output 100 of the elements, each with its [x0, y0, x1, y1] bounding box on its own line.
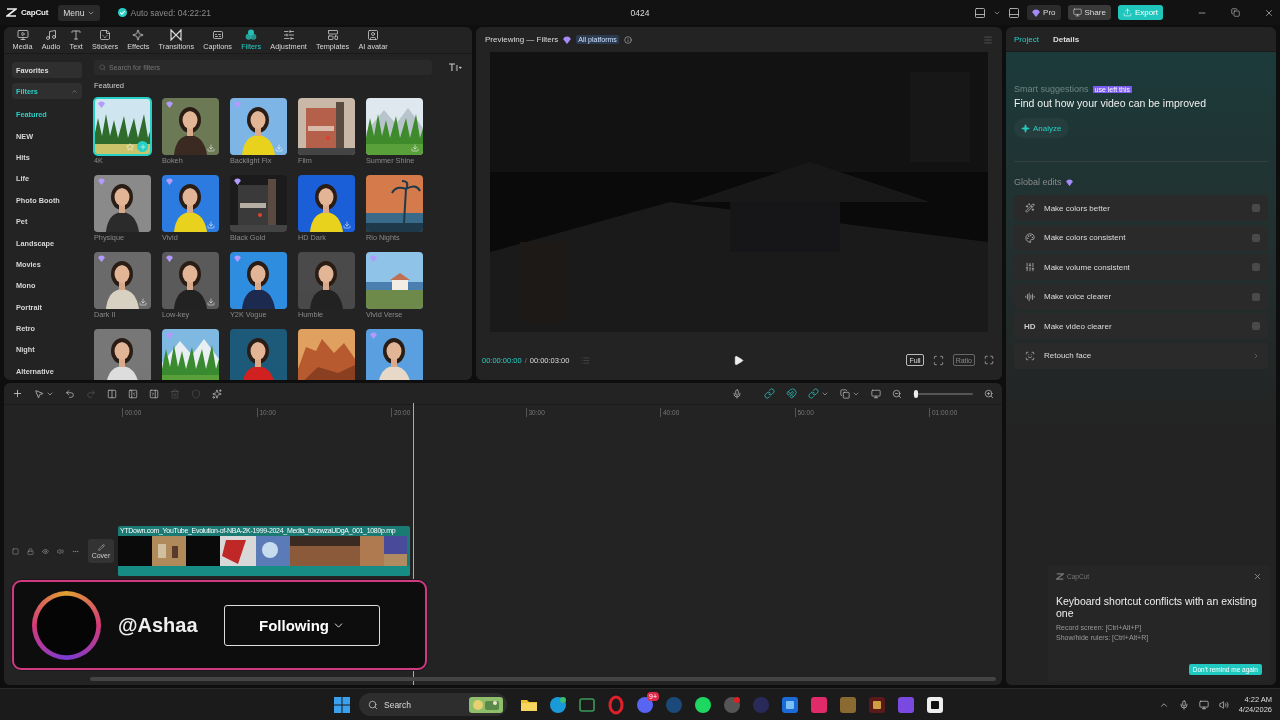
autosave-status: Auto saved: 04:22:21 — [130, 7, 211, 18]
zoom-out-icon[interactable] — [892, 388, 902, 399]
restore-icon[interactable] — [1231, 8, 1240, 17]
monitor-icon — [1072, 8, 1082, 17]
section-title: Smart suggestions — [1014, 84, 1089, 94]
global-edit-item[interactable]: HD Make video clearer — [1014, 313, 1268, 339]
pro-button[interactable]: Pro — [1027, 5, 1061, 20]
magnet-icon[interactable] — [786, 388, 797, 399]
global-edit-item[interactable]: Make colors consistent — [1014, 224, 1268, 251]
inspector-tab[interactable]: Project — [1014, 34, 1039, 44]
search-field[interactable]: Search — [359, 693, 507, 716]
filter-tile[interactable] — [162, 252, 219, 309]
filter-tile[interactable] — [298, 175, 355, 232]
microphone-icon[interactable] — [732, 388, 742, 399]
following-button[interactable]: Following — [224, 604, 380, 646]
global-edit-item[interactable]: Make voice clearer — [1014, 283, 1268, 310]
fullscreen-icon[interactable] — [984, 355, 994, 365]
logo-icon — [6, 8, 17, 17]
play-icon[interactable] — [732, 354, 744, 366]
app-icon[interactable] — [867, 694, 887, 715]
bowtie-icon — [170, 29, 183, 41]
diamond-icon — [563, 35, 572, 44]
download-icon[interactable] — [343, 221, 351, 229]
filter-tile[interactable] — [162, 329, 219, 380]
link-icon[interactable] — [764, 388, 775, 399]
ring-icon[interactable] — [606, 694, 626, 715]
track-icon[interactable] — [12, 547, 19, 555]
link-icon[interactable] — [808, 388, 819, 399]
chevron-right-icon — [1252, 351, 1260, 360]
trim-right-icon[interactable] — [149, 388, 159, 399]
download-icon[interactable] — [207, 144, 215, 152]
global-edit-item[interactable]: Make colors better — [1014, 195, 1268, 221]
edit-label: Make colors better — [1044, 203, 1111, 213]
eye-icon[interactable] — [42, 547, 49, 555]
filter-tile[interactable] — [366, 175, 423, 232]
toggle[interactable] — [1252, 204, 1260, 212]
filter-tile[interactable] — [298, 329, 355, 380]
filter-tile[interactable] — [230, 252, 287, 309]
sort-icon[interactable] — [448, 63, 462, 72]
download-icon[interactable] — [207, 221, 215, 229]
filter-tile[interactable] — [230, 98, 287, 155]
pointer-icon[interactable] — [34, 388, 44, 399]
share-button[interactable]: Share — [1067, 5, 1111, 20]
filter-tile[interactable] — [230, 175, 287, 232]
app-icon[interactable] — [925, 694, 945, 715]
filter-tile[interactable] — [162, 98, 219, 155]
plus-icon[interactable] — [12, 388, 23, 399]
filter-tile[interactable] — [94, 175, 151, 232]
download-icon[interactable] — [139, 298, 147, 306]
hd-label: HD — [1024, 321, 1036, 331]
toggle[interactable] — [1252, 233, 1260, 242]
filter-tile[interactable] — [94, 329, 151, 380]
filter-tile[interactable] — [298, 252, 355, 309]
split-icon[interactable] — [107, 388, 117, 399]
close-icon[interactable] — [1264, 7, 1274, 18]
face-scan-icon — [1024, 350, 1036, 361]
zoom-slider[interactable] — [913, 392, 973, 395]
user-square-icon — [367, 29, 380, 41]
undo-icon[interactable] — [65, 388, 75, 399]
filter-tile[interactable] — [230, 329, 287, 380]
zoom-in-icon[interactable] — [984, 388, 994, 399]
monitor-icon[interactable] — [871, 388, 881, 399]
filter-tile[interactable] — [162, 175, 219, 232]
app-icon[interactable] — [780, 694, 800, 715]
info-icon[interactable] — [623, 35, 632, 44]
microphone-icon[interactable] — [1178, 699, 1189, 710]
app-icon[interactable] — [635, 694, 655, 715]
analyze-button[interactable]: Analyze — [1014, 118, 1070, 138]
app-icon[interactable] — [693, 694, 713, 715]
slider-thumb[interactable] — [914, 389, 919, 398]
toggle[interactable] — [1252, 263, 1260, 271]
speaker-icon[interactable] — [1218, 699, 1229, 710]
sparkles-icon[interactable] — [212, 388, 222, 399]
download-icon[interactable] — [207, 298, 215, 306]
filter-tile[interactable] — [298, 98, 355, 155]
add-button[interactable] — [137, 141, 148, 152]
windows-logo-icon[interactable] — [334, 696, 350, 713]
filter-tile[interactable] — [366, 252, 423, 309]
close-icon[interactable] — [1253, 572, 1262, 581]
speaker-icon[interactable] — [57, 547, 64, 555]
menu-button[interactable]: Menu — [58, 4, 100, 21]
inspector-tab[interactable]: Details — [1052, 34, 1080, 44]
star-icon[interactable] — [126, 142, 134, 151]
global-edit-item[interactable]: Make volume consistent — [1014, 254, 1268, 280]
filter-tile[interactable] — [366, 329, 423, 380]
global-edit-item[interactable]: Retouch face — [1014, 342, 1268, 369]
trim-left-icon[interactable] — [128, 388, 138, 399]
toggle[interactable] — [1252, 292, 1260, 301]
app-icon[interactable] — [548, 694, 568, 715]
headline: Find out how your video can be improved — [1014, 97, 1207, 109]
filter-tile[interactable] — [94, 98, 151, 155]
screenshot-icon[interactable] — [932, 354, 944, 366]
lock-icon[interactable] — [27, 547, 34, 555]
filter-tile[interactable] — [94, 252, 151, 309]
layout-icon[interactable] — [974, 6, 987, 19]
monitor-icon[interactable] — [1198, 699, 1209, 710]
filter-tile[interactable] — [366, 98, 423, 155]
scrollbar[interactable] — [90, 677, 996, 681]
panel-icon[interactable] — [1008, 6, 1021, 19]
toggle[interactable] — [1252, 322, 1260, 330]
